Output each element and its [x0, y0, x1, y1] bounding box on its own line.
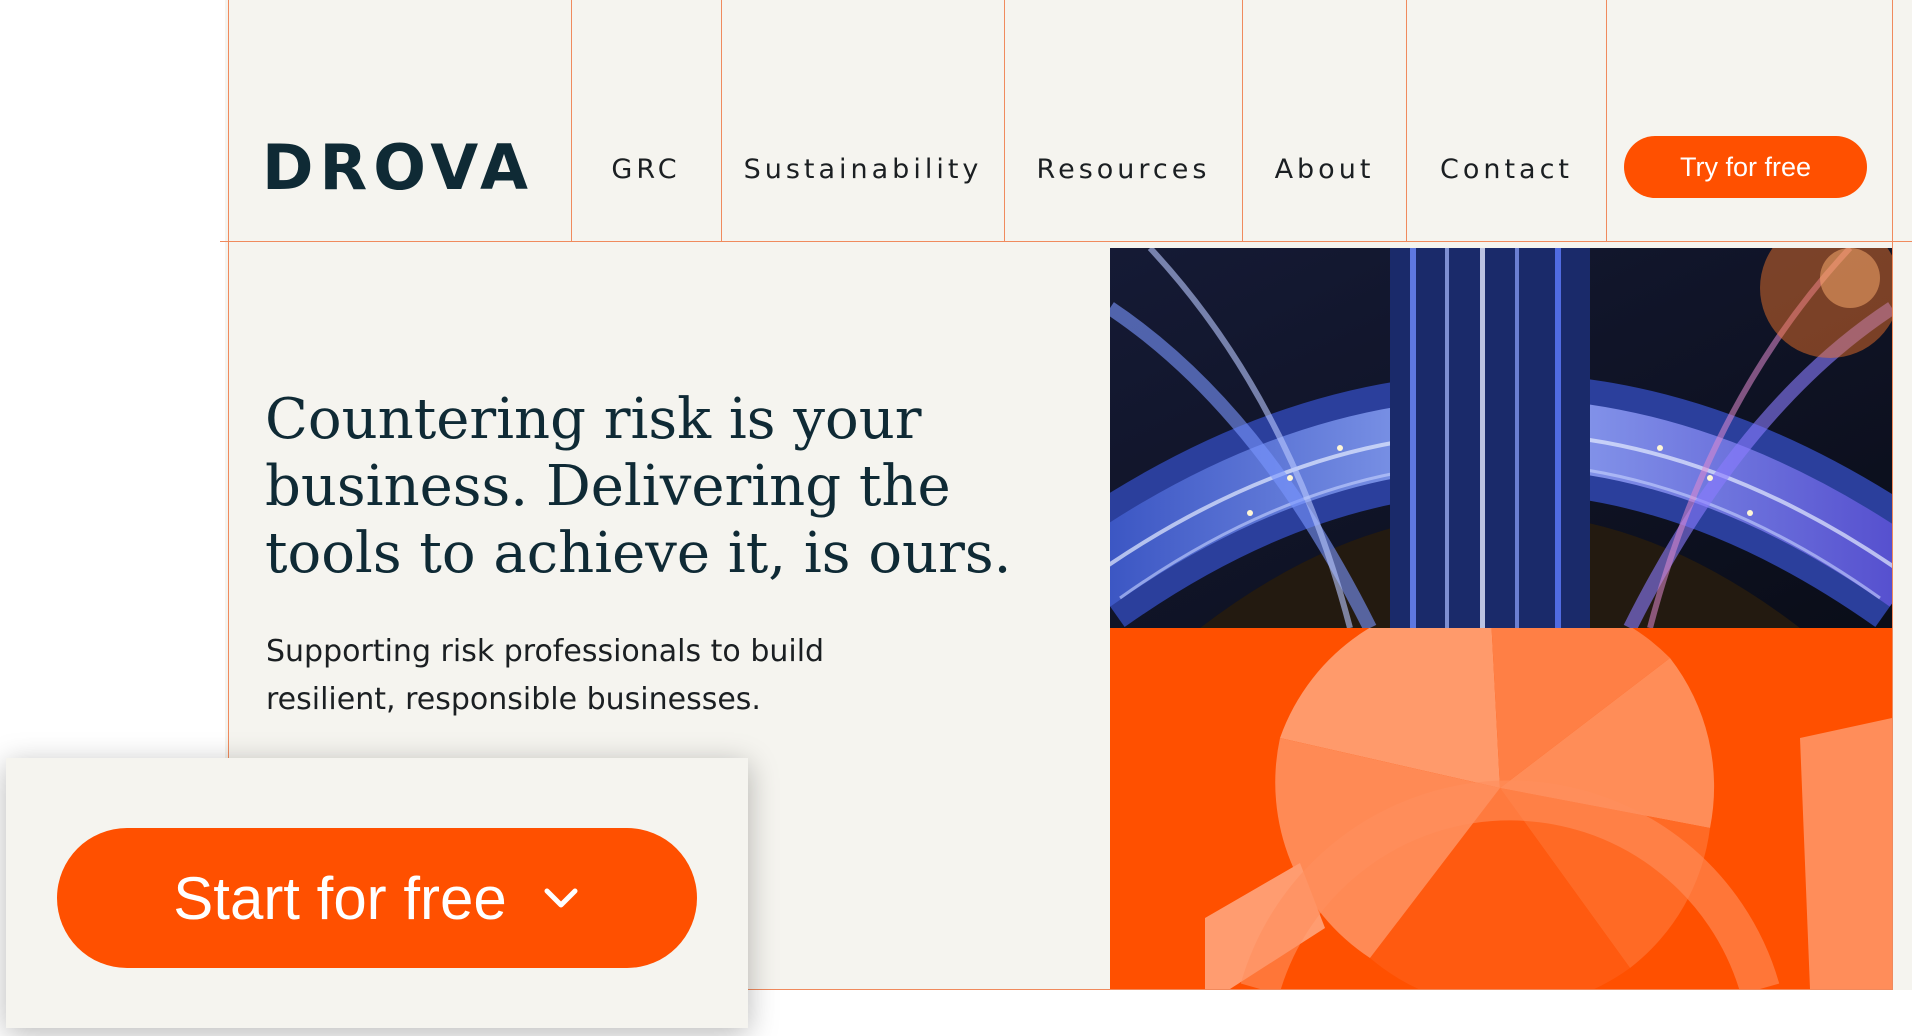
nav-link-about[interactable]: About [1243, 150, 1406, 190]
highway-interchange-night-photo [1110, 248, 1892, 628]
grid-line [1004, 0, 1005, 242]
grid-line [1606, 0, 1607, 242]
start-for-free-label: Start for free [173, 864, 507, 932]
grid-line [220, 241, 1912, 242]
grid-line [228, 0, 229, 758]
grid-line [748, 989, 1892, 990]
try-for-free-label: Try for free [1679, 151, 1812, 182]
start-for-free-button[interactable]: Start for free [57, 828, 697, 968]
hero-subtext: Supporting risk professionals to build r… [266, 634, 825, 717]
grid-line [1406, 0, 1407, 242]
start-for-free-card: Start for free [6, 758, 748, 1028]
nav-link-sustainability[interactable]: Sustainability [722, 150, 1004, 190]
hero-headline: Countering risk is your business. Delive… [265, 387, 1012, 586]
nav-link-resources[interactable]: Resources [1005, 150, 1242, 190]
drova-logo[interactable]: DROVA [262, 131, 535, 204]
nav-link-contact[interactable]: Contact [1407, 150, 1606, 190]
try-for-free-button[interactable]: Try for free [1624, 136, 1867, 198]
logo-text: DROVA [262, 131, 535, 204]
grid-line [721, 0, 722, 242]
chevron-down-icon [544, 888, 578, 908]
photo-illustration [1110, 248, 1892, 628]
grid-line [1892, 0, 1893, 990]
nav-link-grc[interactable]: GRC [572, 150, 720, 190]
grid-line [1242, 0, 1243, 242]
grid-line [571, 0, 572, 242]
orange-abstract-graphic [1110, 628, 1892, 989]
abstract-segments-illustration [1110, 628, 1892, 989]
